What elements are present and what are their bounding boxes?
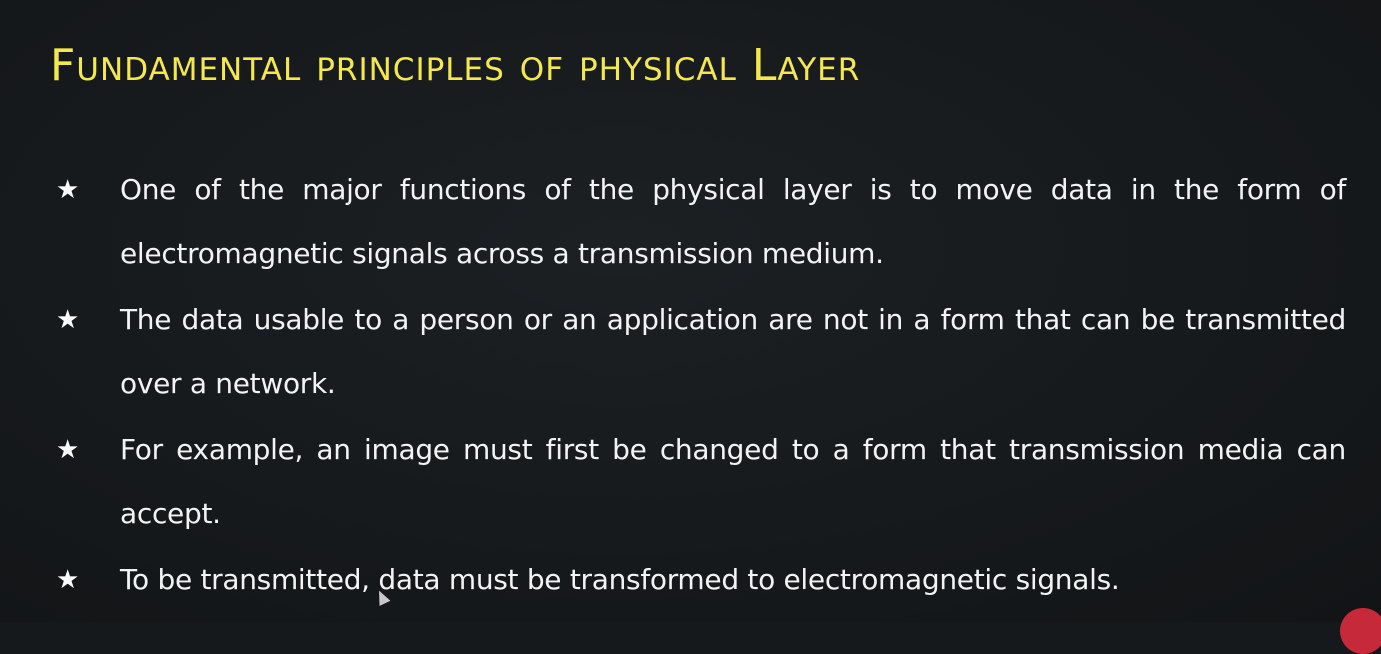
corner-badge[interactable] xyxy=(1340,608,1381,654)
bullet-text: The data usable to a person or an applic… xyxy=(120,303,1346,400)
bullet-text: One of the major functions of the physic… xyxy=(120,173,1346,270)
bullet-text: To be transmitted, data must be transfor… xyxy=(120,563,1120,596)
slide-title: Fundamental principles of physical Layer xyxy=(50,40,861,91)
bullet-item: ★ To be transmitted, data must be transf… xyxy=(56,548,1346,612)
bullet-item: ★ For example, an image must first be ch… xyxy=(56,418,1346,546)
star-icon: ★ xyxy=(56,305,80,335)
bullet-list: ★ One of the major functions of the phys… xyxy=(56,158,1346,614)
bullet-text: For example, an image must first be chan… xyxy=(120,433,1346,530)
star-icon: ★ xyxy=(56,435,80,465)
bullet-item: ★ The data usable to a person or an appl… xyxy=(56,288,1346,416)
bullet-item: ★ One of the major functions of the phys… xyxy=(56,158,1346,286)
slide: Fundamental principles of physical Layer… xyxy=(0,0,1381,654)
star-icon: ★ xyxy=(56,175,80,205)
star-icon: ★ xyxy=(56,565,80,595)
